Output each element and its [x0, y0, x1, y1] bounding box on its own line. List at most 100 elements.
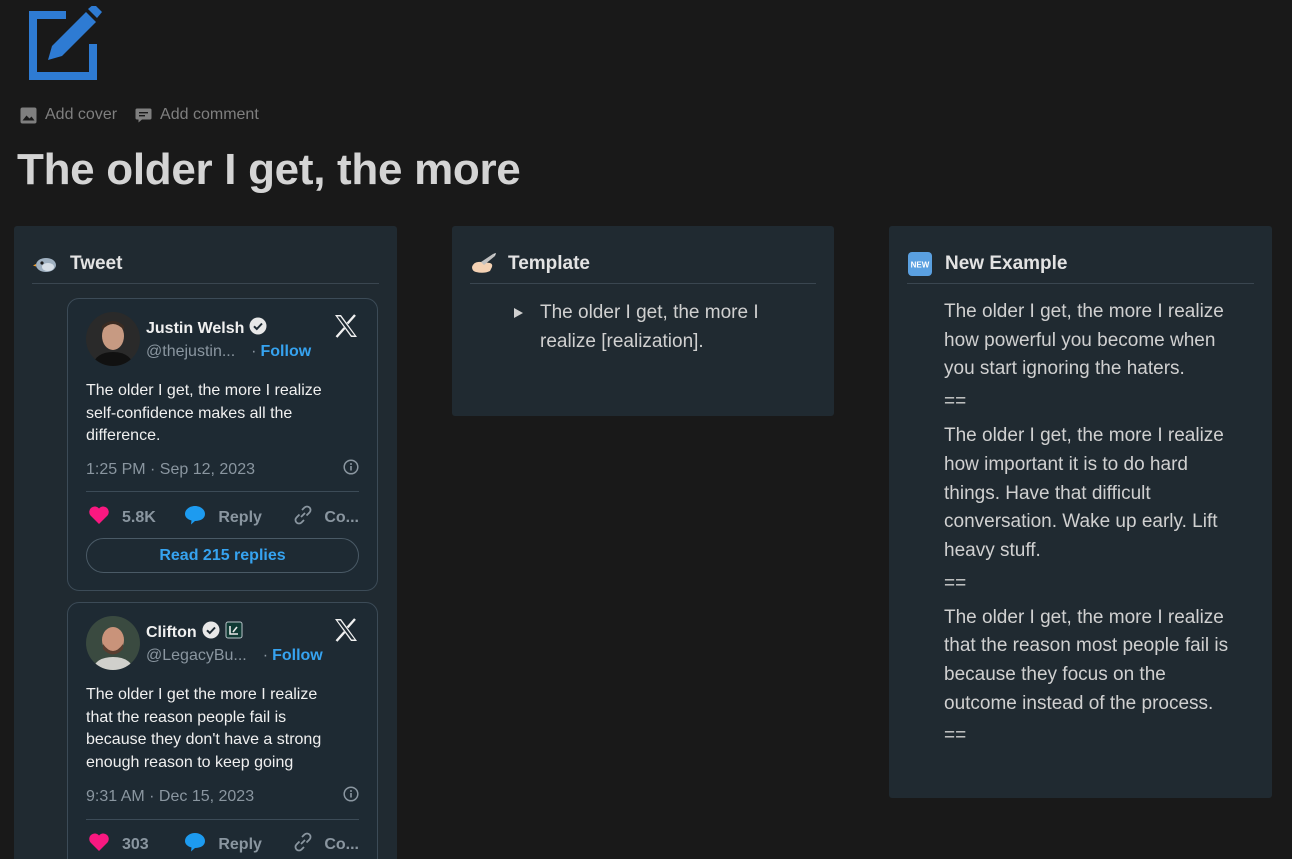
read-replies-button[interactable]: Read 215 replies — [86, 538, 359, 573]
author-name[interactable]: Justin Welsh — [146, 320, 244, 338]
divider — [86, 819, 359, 820]
reply-label: Reply — [218, 508, 262, 526]
verified-badge-icon — [249, 317, 267, 340]
tweet-column-header: Tweet — [32, 244, 379, 284]
toggle-text-line: realize [realization]. — [540, 331, 704, 352]
toggle-text: The older I get, the more I realize [rea… — [540, 298, 795, 356]
example-paragraph[interactable]: The older I get, the more I realize how … — [944, 422, 1249, 566]
separator-text: == — [944, 572, 967, 594]
divider — [86, 491, 359, 492]
tweet-column: Tweet Justin Welsh @thejustin... · Follo… — [14, 226, 397, 859]
reply-button[interactable]: Reply — [184, 505, 292, 530]
example-column-header: NEW New Example — [907, 244, 1254, 284]
tweet-actions: 5.8K Reply Co... — [88, 504, 359, 531]
add-comment-label: Add comment — [160, 106, 259, 123]
reply-label: Reply — [218, 835, 262, 853]
info-icon[interactable] — [343, 459, 359, 480]
add-cover-label: Add cover — [45, 106, 118, 123]
handle-row: @thejustin... · Follow — [146, 343, 311, 361]
toggle-block[interactable]: The older I get, the more I realize [rea… — [512, 298, 795, 356]
page-actions: Add cover Add comment — [20, 106, 259, 124]
tweet-text: The older I get, the more I realize self… — [86, 380, 359, 448]
tweet-column-heading: Tweet — [70, 252, 123, 274]
edit-square-icon[interactable] — [26, 4, 104, 82]
author-handle[interactable]: @LegacyBu... — [146, 647, 247, 665]
tweet-actions: 303 Reply Co... — [88, 831, 359, 858]
info-icon[interactable] — [343, 786, 359, 807]
tweet-timestamp[interactable]: 9:31 AM · Dec 15, 2023 — [86, 788, 254, 806]
example-body: The older I get, the more I realize how … — [944, 298, 1249, 756]
like-button[interactable]: 303 — [88, 832, 176, 857]
example-line: heavy stuff. — [944, 539, 1041, 561]
separator-text: == — [944, 391, 967, 413]
example-line: that the reason most people fail is — [944, 635, 1229, 657]
new-badge-text: NEW — [911, 260, 930, 269]
author-handle[interactable]: @thejustin... — [146, 343, 235, 361]
page-title[interactable]: The older I get, the more — [17, 145, 521, 195]
heart-icon — [88, 505, 110, 530]
copy-label: Co... — [324, 835, 359, 853]
example-line: how important it is to do hard — [944, 453, 1188, 475]
copy-link-button[interactable]: Co... — [292, 504, 359, 531]
example-column: NEW New Example The older I get, the mor… — [889, 226, 1272, 798]
example-line: how powerful you become when — [944, 329, 1216, 351]
comment-icon — [135, 107, 152, 124]
tweet-text-line: because they don't have a strong — [86, 731, 322, 748]
toggle-text-line: The older I get, the more I — [540, 302, 759, 323]
author-name[interactable]: Clifton — [146, 624, 197, 642]
handle-row: @LegacyBu... · Follow — [146, 647, 323, 665]
dot-separator: · — [262, 647, 269, 664]
link-icon — [292, 831, 314, 858]
affiliate-badge-icon — [225, 621, 243, 644]
tweet-author: Clifton — [146, 621, 243, 644]
reply-button[interactable]: Reply — [184, 832, 292, 857]
example-paragraph[interactable]: The older I get, the more I realize that… — [944, 604, 1249, 719]
copy-link-button[interactable]: Co... — [292, 831, 359, 858]
follow-button[interactable]: Follow — [261, 343, 312, 361]
example-line: you start ignoring the haters. — [944, 358, 1185, 380]
link-icon — [292, 504, 314, 531]
tweet-text-line: difference. — [86, 427, 161, 444]
x-logo-icon[interactable] — [333, 617, 359, 643]
tweet-embed[interactable]: Clifton @LegacyBu... · Follow The older … — [67, 602, 378, 859]
x-logo-icon[interactable] — [333, 313, 359, 339]
speech-bubble-icon — [184, 505, 206, 530]
heart-icon — [88, 832, 110, 857]
verified-badge-icon — [202, 621, 220, 644]
tweet-text-line: The older I get the more I realize — [86, 686, 318, 703]
timestamp-row: 1:25 PM · Sep 12, 2023 — [86, 459, 359, 480]
like-count: 303 — [122, 835, 149, 853]
example-line: things. Have that difficult — [944, 482, 1151, 504]
tweet-embed[interactable]: Justin Welsh @thejustin... · Follow The … — [67, 298, 378, 591]
toggle-triangle-icon[interactable] — [512, 306, 526, 356]
template-column-heading: Template — [508, 252, 591, 274]
example-paragraph[interactable]: The older I get, the more I realize how … — [944, 298, 1249, 384]
example-column-heading: New Example — [945, 252, 1068, 274]
avatar[interactable] — [86, 312, 140, 366]
tweet-text-line: that the reason people fail is — [86, 708, 287, 726]
timestamp-row: 9:31 AM · Dec 15, 2023 — [86, 786, 359, 807]
add-cover-button[interactable]: Add cover — [20, 106, 117, 124]
tweet-text-line: The older I get, the more I realize — [86, 382, 322, 399]
dot-separator: · — [251, 343, 257, 360]
copy-label: Co... — [324, 508, 359, 526]
like-count: 5.8K — [122, 508, 156, 526]
example-line: The older I get, the more I realize — [944, 425, 1224, 447]
tweet-timestamp[interactable]: 1:25 PM · Sep 12, 2023 — [86, 461, 255, 479]
template-column: Template The older I get, the more I rea… — [452, 226, 834, 416]
example-line: conversation. Wake up early. Lift — [944, 511, 1218, 533]
avatar[interactable] — [86, 616, 140, 670]
bird-emoji-icon — [32, 251, 58, 277]
like-button[interactable]: 5.8K — [88, 505, 176, 530]
add-comment-button[interactable]: Add comment — [135, 106, 259, 124]
separator-text: == — [944, 725, 967, 747]
example-line: outcome instead of the process. — [944, 692, 1214, 714]
new-button-icon: NEW — [907, 251, 933, 277]
example-line: because they focus on the — [944, 664, 1166, 686]
example-line: The older I get, the more I realize — [944, 606, 1224, 628]
tweet-author: Justin Welsh — [146, 317, 267, 340]
follow-button[interactable]: Follow — [272, 647, 323, 665]
template-column-header: Template — [470, 244, 816, 284]
writing-hand-icon — [470, 251, 496, 277]
tweet-text-line: self-confidence makes all the — [86, 404, 293, 422]
